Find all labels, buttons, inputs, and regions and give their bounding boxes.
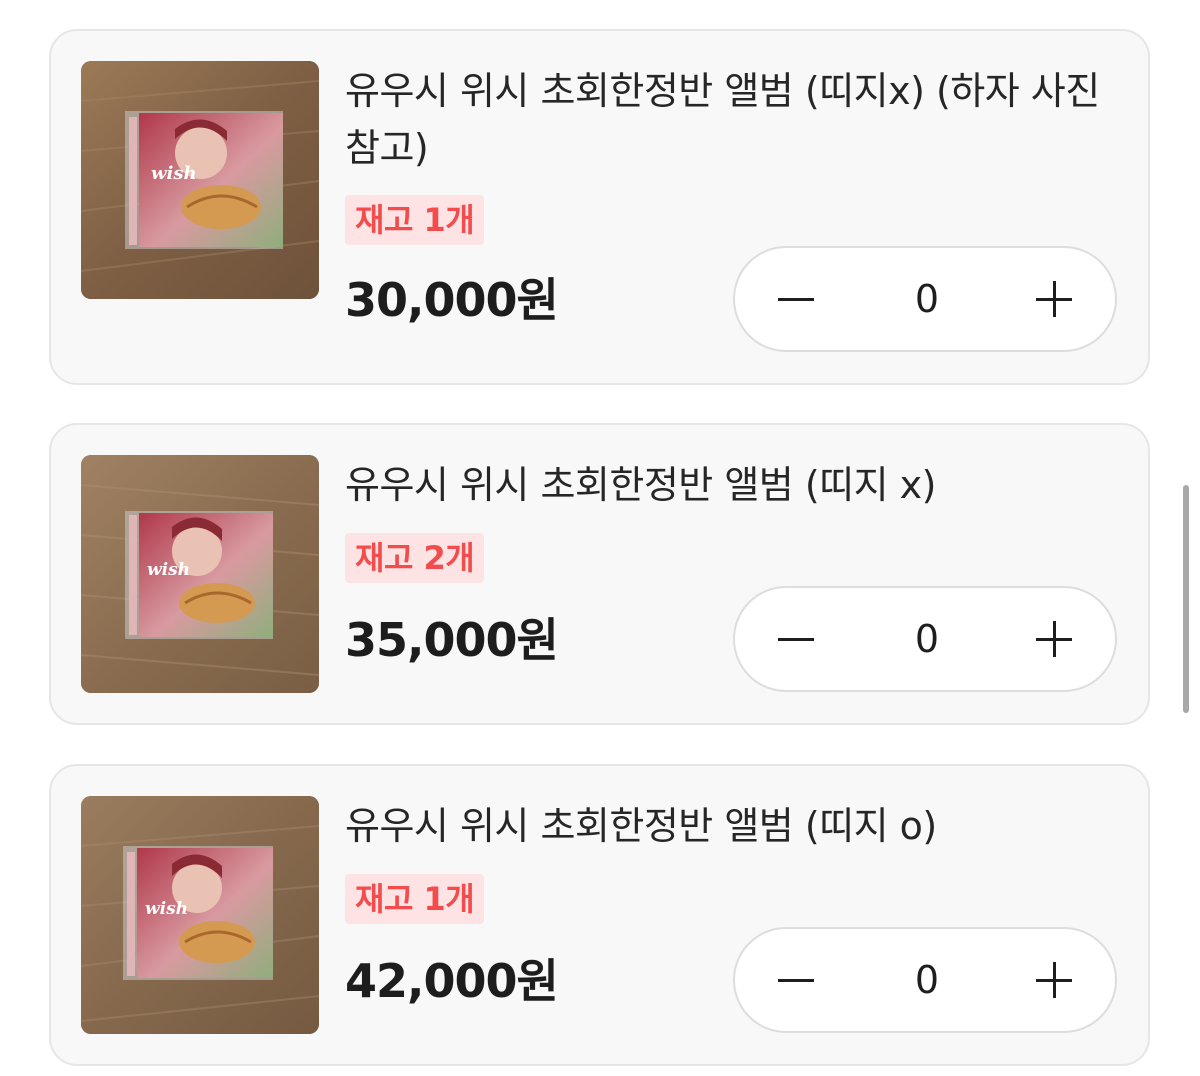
- album-photo-icon: wish: [81, 61, 319, 299]
- quantity-stepper: 0: [733, 586, 1117, 692]
- scrollbar[interactable]: [1183, 485, 1189, 713]
- product-card: wish 유우시 위시 초회한정반 앨범 (띠지 o) 재고 1개 42,000…: [49, 764, 1150, 1066]
- product-title: 유우시 위시 초회한정반 앨범 (띠지x) (하자 사진 참고): [345, 69, 1100, 170]
- stock-badge: 재고 1개: [345, 195, 485, 245]
- svg-text:wish: wish: [151, 163, 197, 184]
- album-photo-icon: wish: [81, 455, 319, 693]
- svg-text:wish: wish: [147, 560, 190, 580]
- quantity-value: 0: [914, 958, 940, 1002]
- stock-badge: 재고 1개: [345, 874, 485, 924]
- quantity-stepper: 0: [733, 246, 1117, 352]
- quantity-value: 0: [914, 617, 940, 661]
- product-card: wish 유우시 위시 초회한정반 앨범 (띠지x) (하자 사진 참고) 재고…: [49, 29, 1150, 385]
- decrease-button[interactable]: [743, 929, 849, 1031]
- product-option-list: wish 유우시 위시 초회한정반 앨범 (띠지x) (하자 사진 참고) 재고…: [0, 0, 1200, 1076]
- product-price: 30,000원: [345, 273, 559, 327]
- product-title: 유우시 위시 초회한정반 앨범 (띠지 o): [345, 804, 937, 848]
- quantity-stepper: 0: [733, 927, 1117, 1033]
- svg-text:wish: wish: [145, 899, 188, 919]
- product-price: 42,000원: [345, 954, 559, 1008]
- decrease-button[interactable]: [743, 248, 849, 350]
- product-image: wish: [81, 455, 319, 693]
- product-image: wish: [81, 61, 319, 299]
- album-photo-icon: wish: [81, 796, 319, 1034]
- product-price: 35,000원: [345, 613, 559, 667]
- increase-button[interactable]: [1001, 248, 1107, 350]
- decrease-button[interactable]: [743, 588, 849, 690]
- quantity-value: 0: [914, 277, 940, 321]
- product-image: wish: [81, 796, 319, 1034]
- increase-button[interactable]: [1001, 929, 1107, 1031]
- increase-button[interactable]: [1001, 588, 1107, 690]
- product-title: 유우시 위시 초회한정반 앨범 (띠지 x): [345, 463, 936, 507]
- stock-badge: 재고 2개: [345, 533, 485, 583]
- product-card: wish 유우시 위시 초회한정반 앨범 (띠지 x) 재고 2개 35,000…: [49, 423, 1150, 725]
